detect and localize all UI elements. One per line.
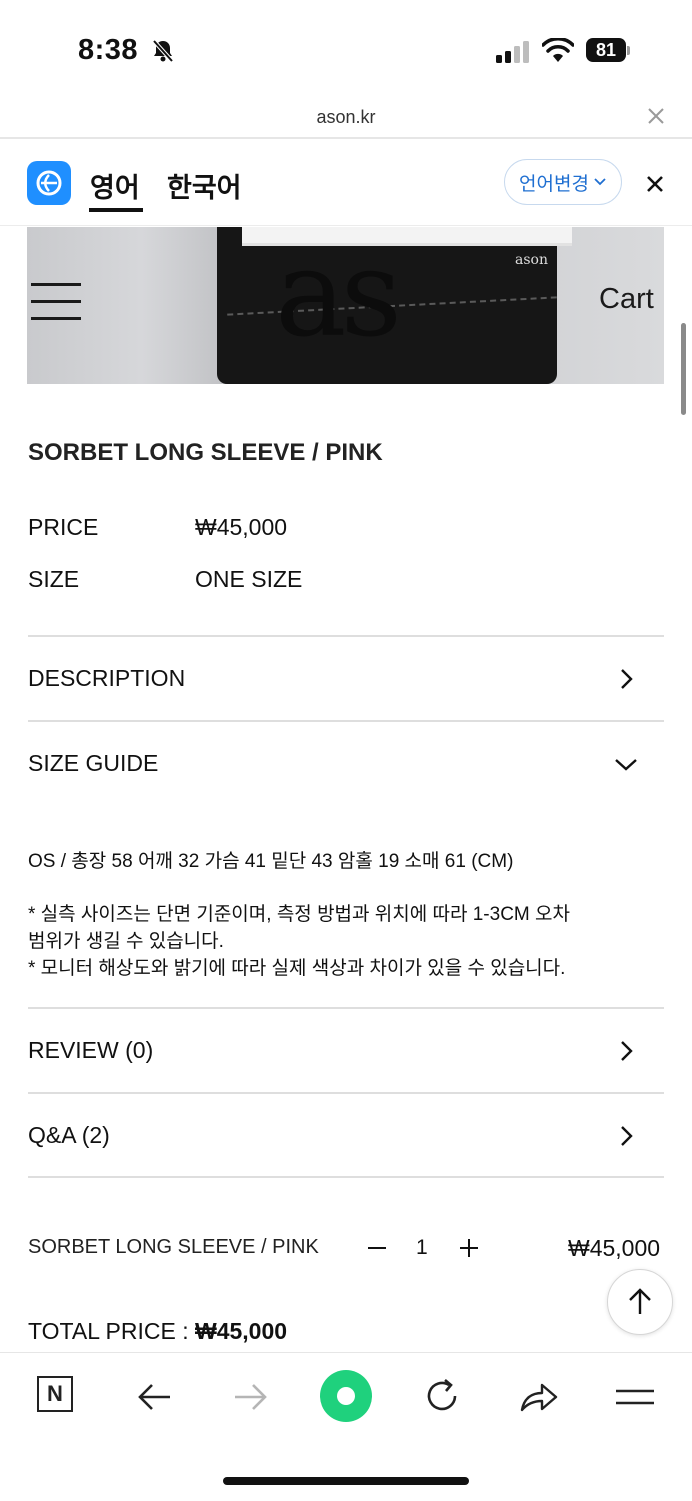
close-icon[interactable] (646, 106, 666, 126)
translator-logo-icon (27, 161, 71, 205)
size-note: * 실측 사이즈는 단면 기준이며, 측정 방법과 위치에 따라 1-3CM 오… (28, 904, 570, 925)
chevron-right-icon (621, 669, 633, 689)
divider (28, 1176, 664, 1178)
tab-korean[interactable]: 한국어 (167, 166, 242, 205)
decrease-quantity-button[interactable] (366, 1236, 388, 1260)
quantity-value[interactable]: 1 (416, 1236, 428, 1260)
color-note: * 모니터 해상도와 밝기에 따라 실제 색상과 차이가 있을 수 있습니다. (28, 958, 566, 979)
status-time: 8:38 (78, 34, 139, 66)
site-logo[interactable]: as (275, 235, 402, 355)
signal-icon (496, 41, 529, 63)
naver-home-button[interactable]: N (37, 1376, 73, 1412)
size-measurements: OS / 총장 58 어깨 32 가슴 41 밑단 43 암홀 19 소매 61… (28, 851, 514, 872)
share-icon[interactable] (516, 1374, 562, 1420)
size-label: SIZE (28, 566, 80, 592)
wifi-icon (542, 38, 574, 62)
total-value: ₩45,000 (195, 1318, 288, 1344)
product-title: SORBET LONG SLEEVE / PINK (28, 439, 383, 466)
scroll-to-top-button[interactable] (607, 1269, 673, 1335)
accordion-label: REVIEW (0) (28, 1037, 154, 1063)
chevron-right-icon (621, 1126, 633, 1146)
accordion-label: SIZE GUIDE (28, 750, 159, 776)
order-item-price: ₩45,000 (568, 1235, 661, 1261)
active-tab-indicator (89, 208, 143, 212)
accordion-size-guide[interactable]: SIZE GUIDE (28, 722, 664, 806)
chevron-right-icon (621, 1041, 633, 1061)
battery-level: 81 (586, 38, 626, 62)
brand-label: ason (515, 252, 548, 268)
divider (0, 137, 692, 139)
accordion-label: Q&A (2) (28, 1122, 110, 1148)
cart-link[interactable]: Cart (599, 283, 654, 316)
accordion-qna[interactable]: Q&A (2) (28, 1094, 664, 1178)
battery-icon: 81 (586, 38, 630, 64)
home-indicator[interactable] (223, 1477, 469, 1485)
url-text[interactable]: ason.kr (0, 107, 692, 128)
menu-icon[interactable] (612, 1374, 658, 1420)
forward-arrow-icon[interactable] (227, 1374, 273, 1420)
increase-quantity-button[interactable] (458, 1236, 480, 1260)
back-arrow-icon[interactable] (132, 1374, 178, 1420)
scrollbar[interactable] (681, 323, 686, 415)
divider (0, 225, 692, 226)
accordion-label: DESCRIPTION (28, 665, 186, 691)
size-value: ONE SIZE (195, 566, 303, 592)
arrow-up-icon (629, 1288, 651, 1314)
chevron-down-icon (615, 759, 637, 771)
total-price: TOTAL PRICE : ₩45,000 (28, 1318, 287, 1345)
price-value: ₩45,000 (195, 514, 288, 540)
green-dot-button[interactable] (320, 1370, 372, 1422)
change-language-label: 언어변경 (519, 173, 589, 195)
accordion-review[interactable]: REVIEW (0) (28, 1009, 664, 1093)
refresh-icon[interactable] (419, 1374, 465, 1420)
total-label: TOTAL PRICE : (28, 1318, 195, 1344)
change-language-button[interactable]: 언어변경 (504, 159, 622, 205)
price-label: PRICE (28, 514, 99, 540)
order-item-name: SORBET LONG SLEEVE / PINK (28, 1236, 319, 1258)
menu-icon[interactable] (31, 283, 81, 321)
size-note: 범위가 생길 수 있습니다. (28, 931, 224, 952)
bell-muted-icon (152, 39, 174, 63)
accordion-description[interactable]: DESCRIPTION (28, 637, 664, 721)
tab-english[interactable]: 영어 (90, 166, 140, 205)
close-translate-icon[interactable] (643, 172, 667, 196)
hero-banner: ason as Cart (27, 227, 664, 384)
chevron-down-icon (594, 178, 606, 186)
